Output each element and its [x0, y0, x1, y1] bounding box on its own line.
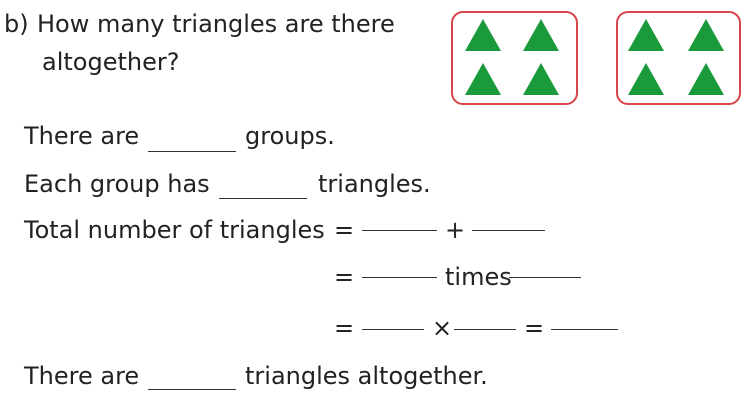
- addend-blank-1[interactable]: [362, 230, 437, 231]
- triangle-icon: [688, 63, 724, 95]
- question-label: b): [4, 10, 29, 38]
- times-blank-2[interactable]: [509, 277, 581, 278]
- factor-blank-2[interactable]: [454, 329, 516, 330]
- times-word: times: [445, 263, 512, 291]
- groups-prefix: There are: [24, 122, 140, 150]
- triangle-icon: [523, 63, 559, 95]
- groups-suffix: groups.: [245, 122, 335, 150]
- final-blank[interactable]: [148, 389, 236, 390]
- question-line-1: How many triangles are there: [37, 10, 395, 38]
- triangle-icon: [465, 19, 501, 51]
- equals-sign-4: =: [524, 314, 545, 342]
- triangle-icon: [465, 63, 501, 95]
- each-blank[interactable]: [219, 198, 307, 199]
- triangle-icon: [628, 19, 664, 51]
- times-blank-1[interactable]: [362, 277, 437, 278]
- times-sign: ×: [432, 314, 453, 342]
- total-prefix: Total number of triangles: [24, 216, 325, 244]
- factor-blank-1[interactable]: [362, 329, 424, 330]
- triangle-icon: [628, 63, 664, 95]
- triangle-icon: [523, 19, 559, 51]
- addend-blank-2[interactable]: [472, 230, 545, 231]
- triangle-group-2: [616, 11, 741, 105]
- equals-sign-1: =: [334, 216, 355, 244]
- equals-sign-3: =: [334, 314, 355, 342]
- each-suffix: triangles.: [318, 170, 431, 198]
- final-prefix: There are: [24, 362, 140, 390]
- plus-sign: +: [445, 216, 466, 244]
- each-prefix: Each group has: [24, 170, 210, 198]
- equals-sign-2: =: [334, 263, 355, 291]
- final-suffix: triangles altogether.: [245, 362, 488, 390]
- groups-blank[interactable]: [148, 151, 236, 152]
- product-blank[interactable]: [551, 329, 618, 330]
- triangle-icon: [688, 19, 724, 51]
- triangle-group-1: [451, 11, 578, 105]
- question-line-2: altogether?: [42, 48, 180, 76]
